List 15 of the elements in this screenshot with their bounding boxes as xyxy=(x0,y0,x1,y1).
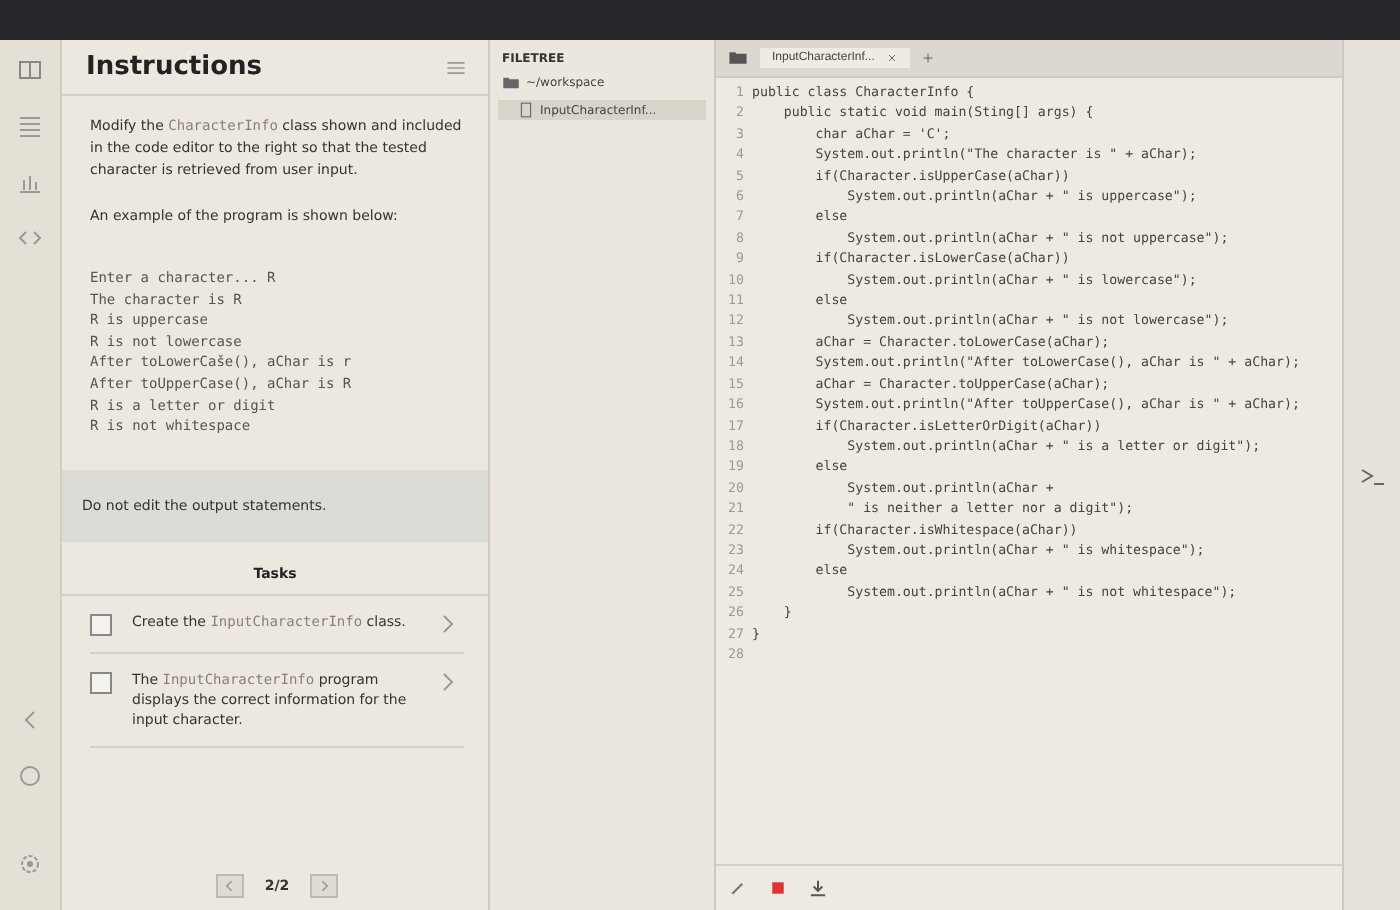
book-icon[interactable] xyxy=(16,56,44,84)
settings-icon[interactable] xyxy=(16,850,44,878)
download-icon[interactable] xyxy=(808,878,828,898)
stop-icon[interactable] xyxy=(768,878,788,898)
folder-icon[interactable] xyxy=(502,74,520,92)
previous-page-button[interactable] xyxy=(216,874,245,898)
pencil-icon[interactable] xyxy=(728,878,748,898)
folder-icon[interactable] xyxy=(728,48,748,68)
close-icon[interactable] xyxy=(886,52,899,64)
next-page-button[interactable] xyxy=(309,874,338,898)
panel-title: Instructions xyxy=(86,52,263,82)
task-checkbox[interactable] xyxy=(90,671,112,694)
task-checkbox[interactable] xyxy=(90,613,112,636)
file-icon[interactable] xyxy=(518,102,534,118)
list-icon[interactable] xyxy=(16,112,44,140)
